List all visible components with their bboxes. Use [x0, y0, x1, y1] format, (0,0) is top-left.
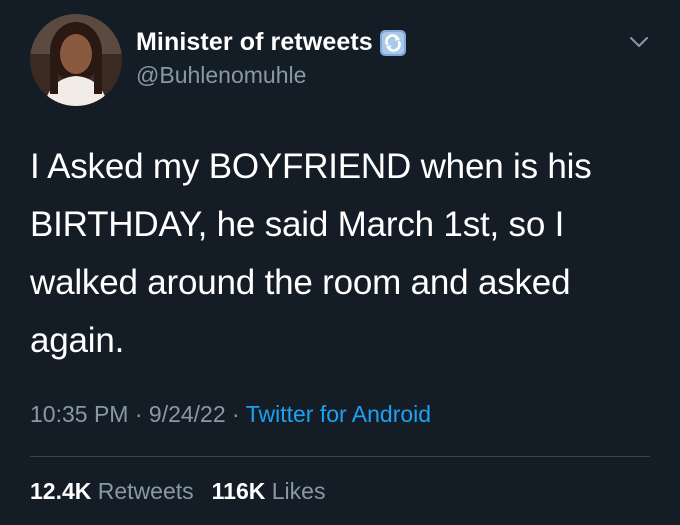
- tweet-time[interactable]: 10:35 PM: [30, 401, 128, 427]
- retweets-label: Retweets: [97, 478, 194, 504]
- avatar-photo: [30, 14, 122, 106]
- retweets-stat[interactable]: 12.4K Retweets: [30, 478, 194, 504]
- likes-stat[interactable]: 116K Likes: [212, 478, 326, 504]
- divider: [30, 456, 650, 457]
- author-name-row[interactable]: Minister of retweets: [136, 28, 407, 57]
- likes-label: Likes: [271, 478, 326, 504]
- likes-count: 116K: [211, 478, 266, 504]
- tweet-card: Minister of retweets @Buhlenomuhle I Ask…: [0, 0, 680, 525]
- retweets-count: 12.4K: [30, 478, 92, 504]
- meta-separator: ·: [232, 401, 240, 427]
- repeat-arrows-emoji-icon: [379, 29, 407, 57]
- tweet-stats: 12.4K Retweets 116K Likes: [30, 478, 325, 505]
- tweet-metadata: 10:35 PM · 9/24/22 · Twitter for Android: [30, 401, 431, 428]
- tweet-date[interactable]: 9/24/22: [149, 401, 226, 427]
- tweet-text: I Asked my BOYFRIEND when is his BIRTHDA…: [30, 147, 592, 360]
- tweet-source-link[interactable]: Twitter for Android: [246, 401, 431, 427]
- avatar[interactable]: [30, 14, 122, 106]
- meta-separator: ·: [134, 401, 143, 427]
- display-name[interactable]: Minister of retweets: [136, 28, 373, 57]
- user-handle[interactable]: @Buhlenomuhle: [136, 62, 306, 89]
- chevron-down-icon[interactable]: [628, 34, 650, 50]
